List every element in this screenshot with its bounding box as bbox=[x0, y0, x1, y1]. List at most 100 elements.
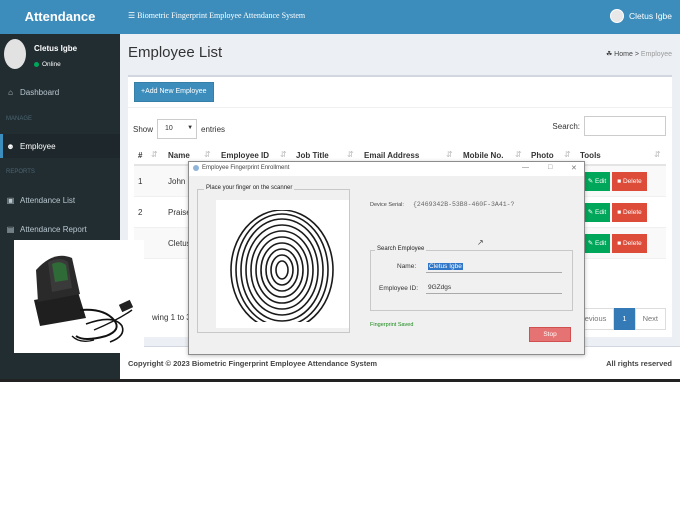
dialog-titlebar[interactable]: Employee Fingerprint Enrollment — □ ✕ bbox=[189, 162, 584, 176]
sidebar-item-label: Employee bbox=[20, 141, 56, 151]
calendar-icon: ▣ bbox=[6, 195, 15, 205]
add-employee-button[interactable]: +Add New Employee bbox=[134, 82, 214, 102]
breadcrumb-current: Employee bbox=[640, 51, 672, 58]
search-label: Search: bbox=[552, 121, 580, 131]
sidebar-item-dashboard[interactable]: ⌂ Dashboard bbox=[0, 80, 120, 104]
delete-label: Delete bbox=[622, 240, 642, 247]
user-name: Cletus Igbe bbox=[629, 11, 672, 21]
fingerprint-group-label: Place your finger on the scanner bbox=[204, 185, 295, 191]
edit-label: Edit bbox=[595, 240, 607, 247]
sort-icon[interactable]: ⇵ bbox=[280, 150, 287, 159]
close-icon[interactable]: ✕ bbox=[571, 164, 577, 172]
breadcrumb-home[interactable]: Home bbox=[614, 51, 633, 58]
entries-value: 10 bbox=[165, 125, 173, 132]
maximize-icon[interactable]: □ bbox=[548, 164, 552, 171]
row-number: 1 bbox=[138, 177, 143, 186]
fingerprint-group: Place your finger on the scanner bbox=[197, 185, 350, 333]
sidebar-item-employee[interactable]: ☻ Employee bbox=[0, 134, 120, 158]
status-indicator: Online bbox=[34, 61, 61, 68]
app-brand[interactable]: Attendance System bbox=[0, 0, 120, 58]
sort-icon[interactable]: ⇵ bbox=[564, 150, 571, 159]
col-header-email[interactable]: Email Address bbox=[364, 151, 419, 160]
edit-button[interactable]: ✎ Edit bbox=[584, 172, 610, 191]
col-header-tools[interactable]: Tools bbox=[580, 151, 601, 160]
search-input[interactable] bbox=[584, 116, 666, 136]
name-field[interactable]: Cletus Igbe bbox=[426, 261, 562, 273]
home-icon: ☘ bbox=[605, 51, 613, 58]
status-text: Online bbox=[42, 61, 61, 68]
fingerprint-enrollment-dialog: Employee Fingerprint Enrollment — □ ✕ Pl… bbox=[188, 161, 585, 355]
sidebar-item-attendance-list[interactable]: ▣ Attendance List bbox=[0, 188, 120, 212]
col-header-photo[interactable]: Photo bbox=[531, 151, 554, 160]
menu-toggle-icon[interactable]: ☰ bbox=[128, 11, 135, 20]
file-icon: ▤ bbox=[6, 224, 15, 234]
fingerprint-image bbox=[216, 200, 349, 331]
online-dot-icon bbox=[34, 62, 39, 67]
edit-button[interactable]: ✎ Edit bbox=[584, 234, 610, 253]
row-number: 2 bbox=[138, 208, 143, 217]
sort-icon[interactable]: ⇵ bbox=[347, 150, 354, 159]
mouse-cursor-icon: ↗ bbox=[477, 238, 484, 247]
edit-label: Edit bbox=[595, 209, 607, 216]
sort-icon[interactable]: ⇵ bbox=[204, 150, 211, 159]
employee-id-field[interactable]: 9GZdgs bbox=[426, 282, 562, 294]
dashboard-icon: ⌂ bbox=[8, 87, 13, 97]
minimize-icon[interactable]: — bbox=[522, 164, 529, 171]
nav-header-reports: REPORTS bbox=[6, 169, 35, 175]
sort-icon[interactable]: ⇵ bbox=[151, 150, 158, 159]
entries-select[interactable]: 10 ▼ bbox=[157, 119, 198, 139]
edit-button[interactable]: ✎ Edit bbox=[584, 203, 610, 222]
delete-label: Delete bbox=[622, 209, 642, 216]
app-icon bbox=[193, 165, 199, 171]
sort-icon[interactable]: ⇵ bbox=[654, 150, 661, 159]
page-title: Employee List bbox=[128, 44, 223, 61]
sidebar-item-label: Dashboard bbox=[20, 87, 60, 97]
delete-label: Delete bbox=[622, 178, 642, 185]
rights-text: All rights reserved bbox=[606, 359, 672, 368]
col-header-num[interactable]: # bbox=[138, 151, 142, 160]
pagination-next[interactable]: Next bbox=[634, 308, 666, 330]
employee-id-label: Employee ID: bbox=[379, 285, 419, 292]
user-avatar bbox=[4, 39, 26, 69]
name-value: Cletus Igbe bbox=[428, 263, 463, 270]
employee-id-value: 9GZdgs bbox=[428, 284, 452, 291]
chevron-down-icon: ▼ bbox=[187, 125, 194, 131]
fingerprint-scanner-photo bbox=[14, 240, 144, 353]
user-menu[interactable]: Cletus Igbe bbox=[610, 9, 672, 23]
entries-label: entries bbox=[201, 124, 226, 134]
col-header-employee-id[interactable]: Employee ID bbox=[221, 151, 269, 160]
breadcrumb-separator: > bbox=[634, 51, 639, 58]
dialog-title: Employee Fingerprint Enrollment bbox=[202, 165, 290, 171]
pagination-page[interactable]: 1 bbox=[614, 308, 635, 330]
show-label: Show bbox=[133, 124, 154, 134]
delete-button[interactable]: ■ Delete bbox=[612, 234, 647, 253]
col-header-mobile[interactable]: Mobile No. bbox=[463, 151, 503, 160]
table-search: Search: bbox=[552, 116, 666, 136]
copyright-text: Copyright © 2023 Biometric Fingerprint E… bbox=[128, 359, 378, 368]
sidebar-item-attendance-report[interactable]: ▤ Attendance Report bbox=[0, 217, 120, 241]
sort-icon[interactable]: ⇵ bbox=[446, 150, 453, 159]
top-navbar: ☰ Biometric Fingerprint Employee Attenda… bbox=[120, 0, 680, 34]
device-serial-label: Device Serial: bbox=[370, 202, 404, 208]
entries-control: Show 10 ▼ entries bbox=[133, 119, 225, 139]
add-employee-label: Add New Employee bbox=[145, 88, 207, 95]
col-header-name[interactable]: Name bbox=[168, 151, 190, 160]
sort-icon[interactable]: ⇵ bbox=[515, 150, 522, 159]
search-employee-group: Search Employee Name: Cletus Igbe Employ… bbox=[370, 246, 573, 311]
edit-label: Edit bbox=[595, 178, 607, 185]
status-text: Fingerprint Saved bbox=[370, 322, 414, 328]
users-icon: ☻ bbox=[6, 141, 15, 151]
app-title: ☰ Biometric Fingerprint Employee Attenda… bbox=[128, 11, 305, 20]
delete-button[interactable]: ■ Delete bbox=[612, 203, 647, 222]
sidebar-item-label: Attendance Report bbox=[20, 224, 87, 234]
stop-button[interactable]: Stop bbox=[529, 327, 571, 342]
sidebar-user-name: Cletus Igbe bbox=[34, 44, 78, 53]
breadcrumb: ☘ Home > Employee bbox=[606, 50, 672, 58]
user-panel: Cletus Igbe Online bbox=[0, 34, 120, 78]
col-header-job-title[interactable]: Job Title bbox=[296, 151, 329, 160]
search-employee-label: Search Employee bbox=[375, 246, 427, 252]
divider bbox=[0, 379, 680, 382]
sidebar-item-label: Attendance List bbox=[20, 195, 76, 205]
name-label: Name: bbox=[397, 263, 417, 270]
delete-button[interactable]: ■ Delete bbox=[612, 172, 647, 191]
